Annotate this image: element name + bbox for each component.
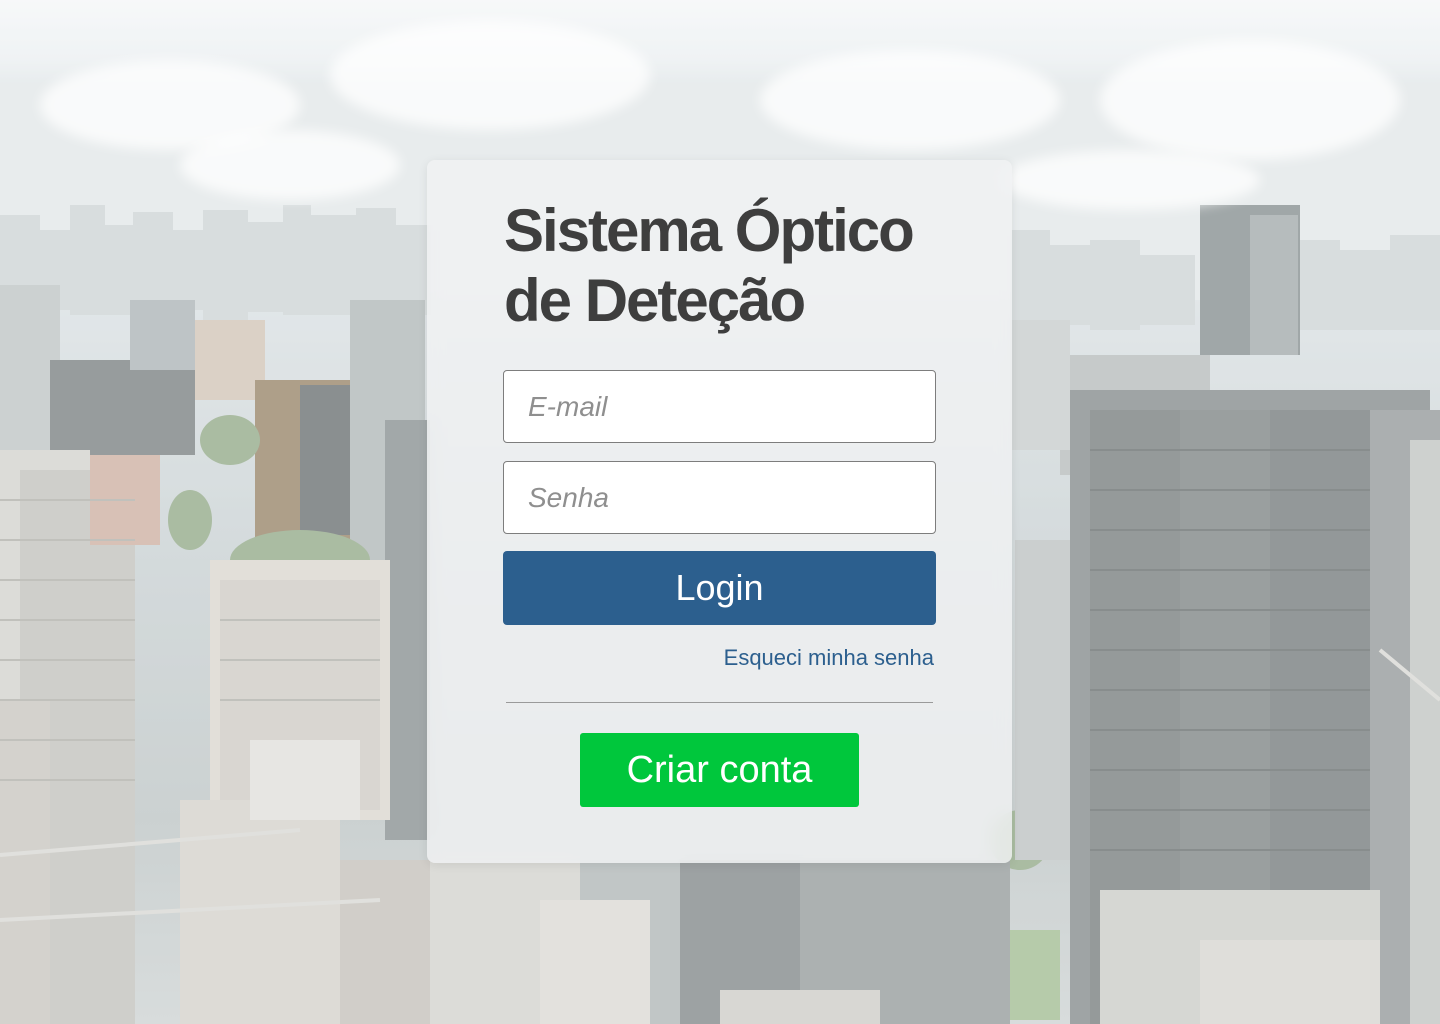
email-input[interactable]: [503, 370, 936, 443]
login-page: Sistema Óptico de Deteção Login Esqueci …: [0, 0, 1440, 1024]
login-card: Sistema Óptico de Deteção Login Esqueci …: [427, 160, 1012, 863]
login-button[interactable]: Login: [503, 551, 936, 625]
create-account-button[interactable]: Criar conta: [580, 733, 859, 807]
page-title: Sistema Óptico de Deteção: [504, 197, 915, 334]
divider: [506, 702, 933, 703]
password-input[interactable]: [503, 461, 936, 534]
forgot-password-link[interactable]: Esqueci minha senha: [724, 645, 934, 671]
